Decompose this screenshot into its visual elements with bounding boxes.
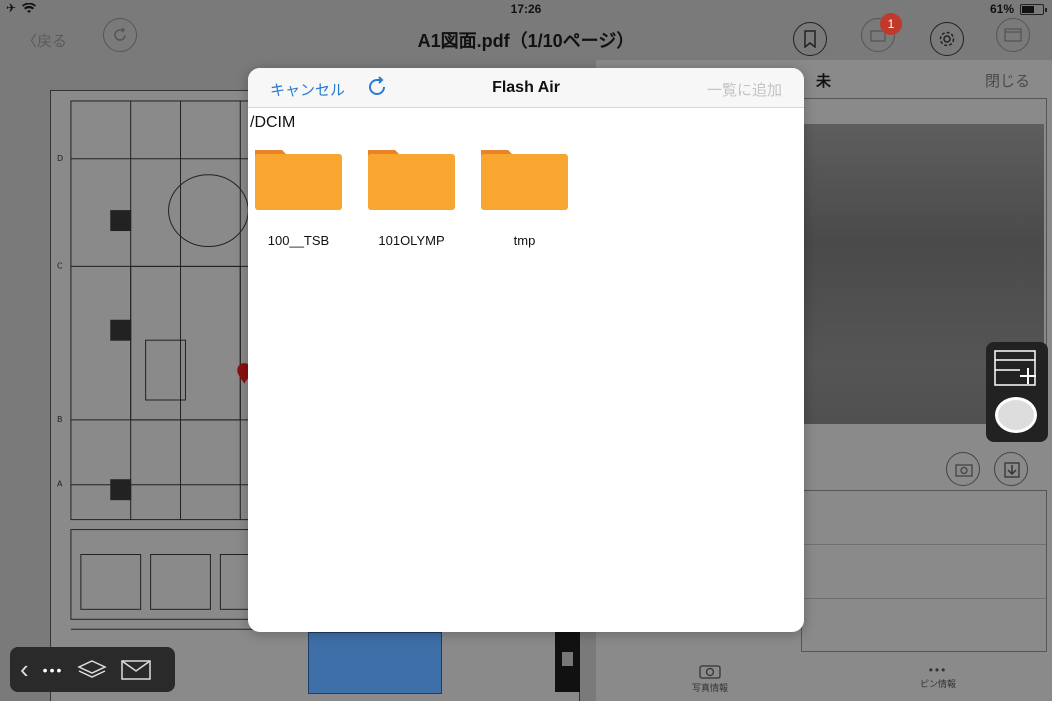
folder-item[interactable]: 100__TSB — [254, 148, 343, 248]
flashair-modal: キャンセル Flash Air 一覧に追加 /DCIM 100__TSB 101… — [248, 68, 804, 632]
folder-item[interactable]: 101OLYMP — [367, 148, 456, 248]
folder-name: 101OLYMP — [378, 233, 445, 248]
folder-name: 100__TSB — [267, 233, 330, 248]
current-path: /DCIM — [250, 114, 296, 131]
folder-grid: 100__TSB 101OLYMP tmp — [254, 148, 569, 248]
folder-name: tmp — [513, 233, 536, 248]
folder-icon — [255, 150, 342, 210]
modal-header: キャンセル Flash Air 一覧に追加 — [248, 68, 804, 108]
folder-icon — [368, 150, 455, 210]
folder-icon — [481, 150, 568, 210]
folder-item[interactable]: tmp — [480, 148, 569, 248]
add-to-list-button[interactable]: 一覧に追加 — [707, 79, 782, 100]
